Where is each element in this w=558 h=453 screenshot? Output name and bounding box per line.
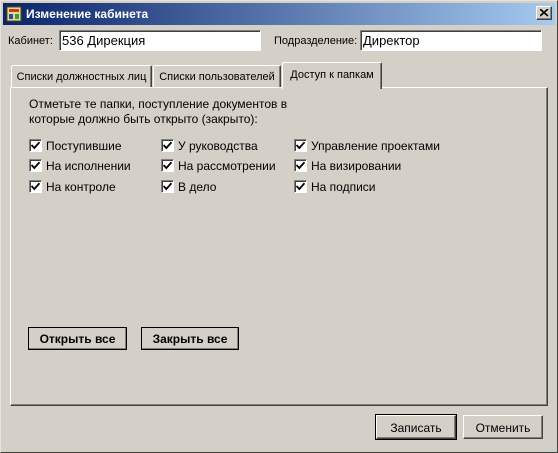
checkbox-box[interactable] [29,159,42,172]
save-button[interactable]: Записать [375,414,457,440]
tab-label: Списки должностных лиц [16,71,147,83]
close-all-button[interactable]: Закрыть все [141,327,239,350]
cabinet-app-icon [6,6,22,22]
window-title: Изменение кабинета [26,7,149,21]
tab-label: Доступ к папкам [290,69,374,81]
cancel-button[interactable]: Отменить [463,415,543,439]
checkbox-label: Поступившие [46,139,122,153]
checkmark-icon [296,141,305,150]
checkbox-label: На контроле [46,180,116,194]
title-bar[interactable]: Изменение кабинета [3,3,555,25]
checkbox-box[interactable] [294,159,307,172]
checkbox-label: На рассмотрении [178,159,276,173]
checkbox-box[interactable] [294,180,307,193]
division-label: Подразделение: [274,35,358,47]
checkbox-label: У руководства [178,139,258,153]
checkmark-icon [31,141,40,150]
checkbox-label: В дело [178,180,217,194]
cabinet-label: Кабинет: [8,35,53,47]
tab-officials-lists[interactable]: Списки должностных лиц [11,65,152,87]
tab-label: Списки пользователей [159,71,275,83]
checkbox-box[interactable] [29,180,42,193]
checkbox-box[interactable] [294,139,307,152]
checkbox-box[interactable] [29,139,42,152]
checkbox-box[interactable] [161,159,174,172]
checkbox-label: На подписи [311,180,376,194]
checkmark-icon [163,182,172,191]
tab-users-lists[interactable]: Списки пользователей [153,65,281,87]
close-icon [540,9,549,17]
checkmark-icon [31,182,40,191]
folder-access-panel: Отметьте те папки, поступление документо… [10,87,548,406]
checkbox-label: На исполнении [46,159,131,173]
division-field[interactable]: Директор [360,30,542,51]
checkbox-label: Управление проектами [311,139,440,153]
checkbox-box[interactable] [161,180,174,193]
dialog-window: Изменение кабинета Кабинет: 536 Дирекция… [0,0,558,453]
checkmark-icon [163,141,172,150]
checkmark-icon [296,182,305,191]
tab-folder-access[interactable]: Доступ к папкам [282,62,382,89]
instructions-text: Отметьте те папки, поступление документо… [29,97,288,126]
checkmark-icon [31,161,40,170]
checkmark-icon [163,161,172,170]
checkmark-icon [296,161,305,170]
close-button[interactable] [536,6,552,20]
checkbox-label: На визировании [311,159,402,173]
checkbox-box[interactable] [161,139,174,152]
cabinet-field[interactable]: 536 Дирекция [59,30,261,51]
open-all-button[interactable]: Открыть все [28,327,127,350]
